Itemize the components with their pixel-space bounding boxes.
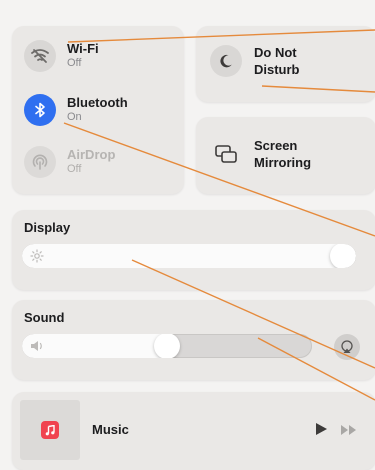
bluetooth-status: On [67, 111, 82, 123]
wifi-status: Off [67, 57, 82, 69]
moon-icon [210, 45, 242, 77]
sound-slider-knob[interactable] [154, 334, 180, 358]
airdrop-label: AirDrop [67, 147, 116, 162]
display-title: Display [24, 220, 71, 235]
display-slider-fill [22, 244, 343, 268]
do-not-disturb-tile[interactable]: Do Not Disturb [196, 26, 375, 102]
skip-forward-button[interactable] [340, 423, 358, 441]
airdrop-status: Off [67, 163, 82, 175]
wifi-toggle[interactable]: Wi-Fi Off [24, 40, 99, 72]
dnd-label-line1: Do Not [254, 45, 297, 60]
display-brightness-slider[interactable] [22, 244, 356, 268]
screen-mirroring-tile[interactable]: Screen Mirroring [196, 117, 375, 194]
display-slider-knob[interactable] [330, 244, 356, 268]
airdrop-toggle[interactable]: AirDrop Off [24, 146, 115, 178]
sound-module: Sound [12, 300, 375, 380]
album-art[interactable] [20, 400, 80, 460]
bluetooth-toggle[interactable]: Bluetooth On [24, 94, 128, 126]
sound-title: Sound [24, 310, 65, 325]
music-app-icon [41, 421, 59, 439]
fast-forward-icon [341, 424, 356, 435]
now-playing-module: Music [12, 392, 375, 470]
connectivity-module: Wi-Fi Off Bluetooth On AirDrop Off [12, 26, 184, 194]
sun-icon [30, 249, 44, 268]
airplay-audio-icon [341, 340, 353, 353]
bluetooth-label: Bluetooth [67, 95, 128, 110]
play-icon [316, 423, 327, 435]
dnd-label-line2: Disturb [254, 62, 300, 77]
wifi-off-icon [24, 40, 56, 72]
bluetooth-icon [24, 94, 56, 126]
speaker-icon [30, 339, 46, 358]
mirroring-label-line2: Mirroring [254, 155, 312, 170]
play-button[interactable] [314, 422, 328, 441]
mirroring-label-line1: Screen [254, 138, 298, 153]
display-module: Display [12, 210, 375, 290]
airdrop-icon [24, 146, 56, 178]
airplay-audio-button[interactable] [334, 334, 360, 360]
wifi-label: Wi-Fi [67, 41, 99, 56]
screen-mirroring-icon [210, 138, 242, 170]
sound-volume-slider[interactable] [22, 334, 312, 358]
now-playing-app-name: Music [92, 422, 129, 437]
